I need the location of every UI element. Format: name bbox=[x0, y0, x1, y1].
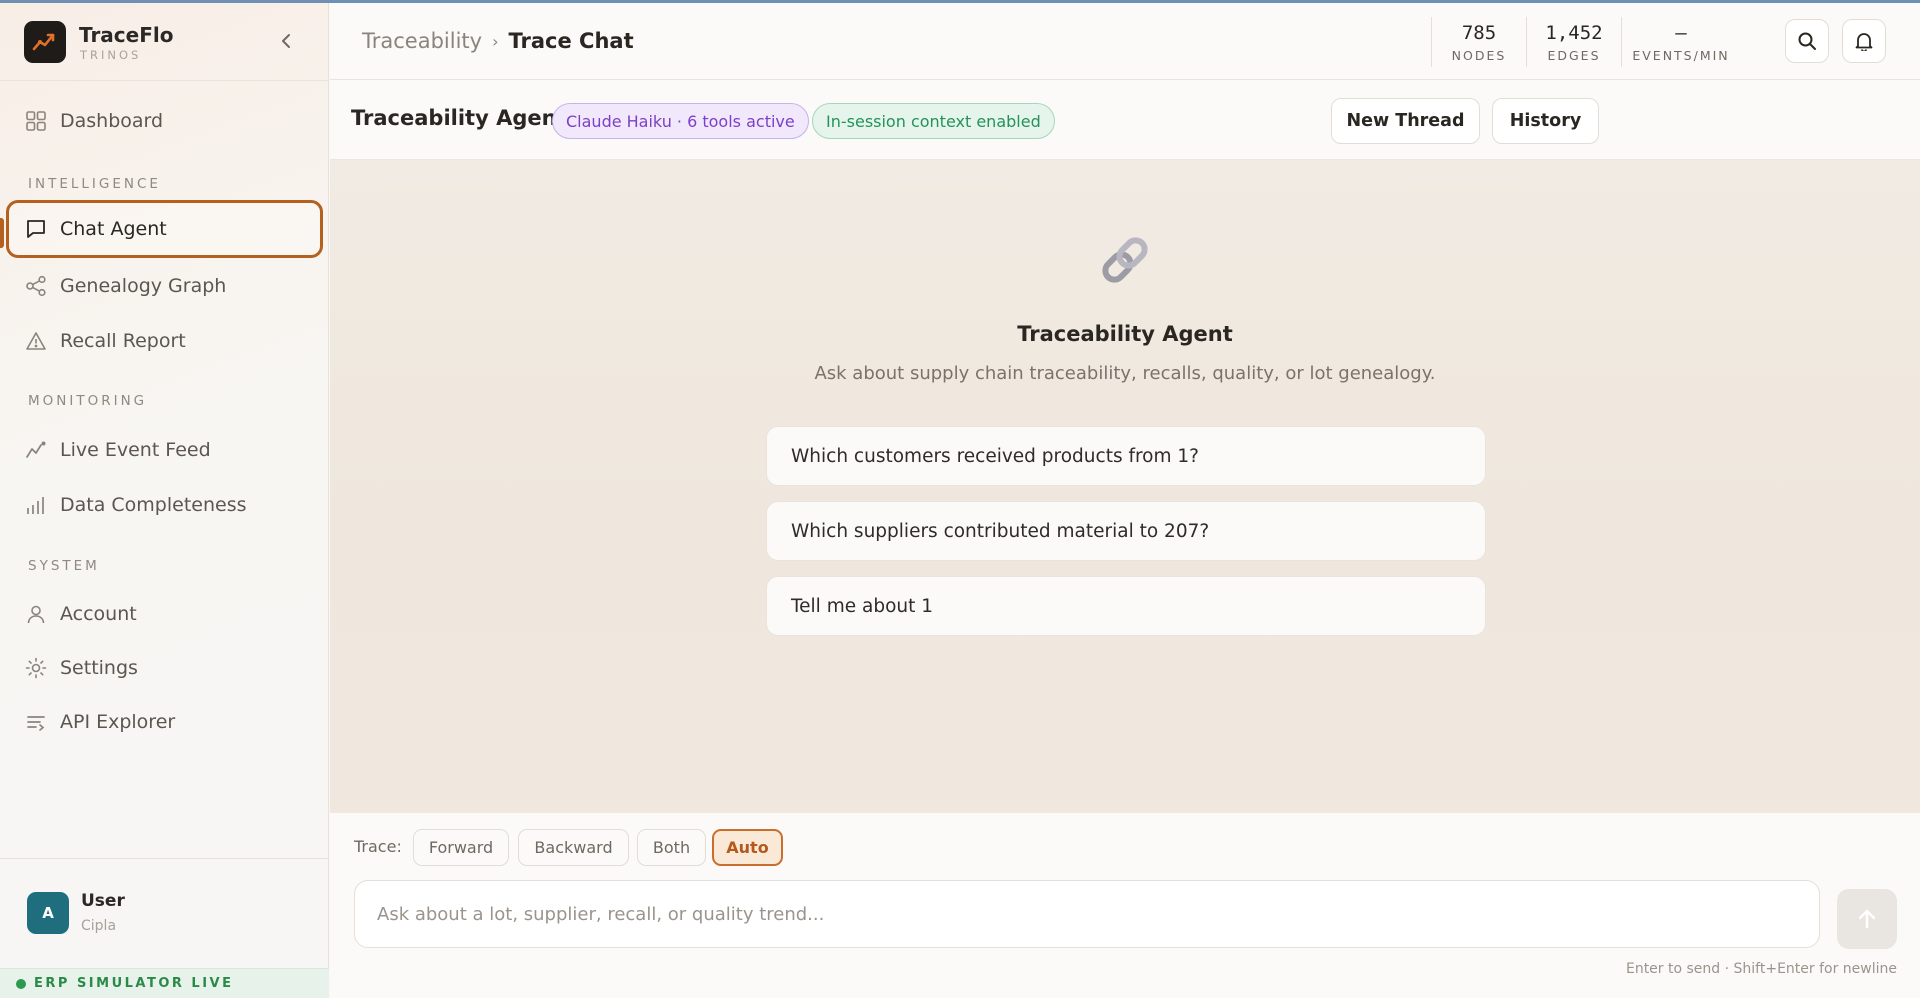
traceflo-logo-icon bbox=[24, 21, 66, 63]
search-icon bbox=[1798, 32, 1816, 50]
model-badge: Claude Haiku · 6 tools active bbox=[552, 103, 809, 139]
sidebar-item-live-event-feed[interactable]: Live Event Feed bbox=[6, 421, 323, 479]
new-thread-button[interactable]: New Thread bbox=[1331, 98, 1480, 144]
sidebar-item-label: Genealogy Graph bbox=[60, 275, 227, 297]
stat-label: NODES bbox=[1451, 47, 1507, 63]
sidebar-item-label: Settings bbox=[60, 657, 138, 679]
context-badge: In-session context enabled bbox=[812, 103, 1055, 139]
avatar: A bbox=[27, 892, 69, 934]
user-profile[interactable]: A User Cipla bbox=[0, 858, 329, 968]
section-label-monitoring: MONITORING bbox=[28, 393, 148, 409]
top-header: Traceability › Trace Chat 785 NODES 1,45… bbox=[330, 3, 1920, 80]
trace-mode-forward[interactable]: Forward bbox=[413, 829, 509, 866]
chat-bubble-icon bbox=[24, 217, 48, 241]
collapse-sidebar-button[interactable] bbox=[276, 31, 296, 51]
user-icon bbox=[24, 602, 48, 626]
user-organization: Cipla bbox=[81, 918, 117, 934]
active-item-marker bbox=[0, 218, 4, 248]
bar-chart-icon bbox=[24, 493, 48, 517]
list-lines-icon bbox=[24, 710, 48, 734]
sidebar-item-label: Recall Report bbox=[60, 330, 186, 352]
chat-input[interactable] bbox=[354, 880, 1820, 948]
gear-icon bbox=[24, 656, 48, 680]
chevron-left-icon bbox=[282, 34, 290, 48]
history-button[interactable]: History bbox=[1492, 98, 1599, 144]
trace-mode-backward[interactable]: Backward bbox=[518, 829, 629, 866]
breadcrumb-separator: › bbox=[492, 31, 499, 51]
empty-state-subtitle: Ask about supply chain traceability, rec… bbox=[814, 363, 1436, 384]
link-icon bbox=[1095, 230, 1155, 290]
trace-mode-label: Trace: bbox=[354, 837, 402, 856]
stat-label: EVENTS/MIN bbox=[1632, 47, 1730, 63]
composer: Trace: Forward Backward Both Auto Enter … bbox=[330, 813, 1920, 998]
sidebar-item-chat-agent[interactable]: Chat Agent bbox=[6, 200, 323, 258]
user-name: User bbox=[81, 891, 125, 911]
stat-value: 1,452 bbox=[1545, 21, 1603, 44]
keyboard-hint: Enter to send · Shift+Enter for newline bbox=[1625, 961, 1897, 977]
stat-value: 785 bbox=[1461, 21, 1497, 44]
sidebar-item-account[interactable]: Account bbox=[6, 585, 323, 643]
erp-status-bar: ERP SIMULATOR LIVE bbox=[0, 968, 329, 998]
breadcrumb: Traceability › Trace Chat bbox=[362, 29, 634, 53]
sidebar-item-label: Live Event Feed bbox=[60, 439, 211, 461]
sidebar-item-api-explorer[interactable]: API Explorer bbox=[6, 693, 323, 751]
sidebar-item-label: Account bbox=[60, 603, 137, 625]
section-label-intelligence: INTELLIGENCE bbox=[28, 176, 161, 192]
agent-toolbar: Traceability Agent Claude Haiku · 6 tool… bbox=[330, 80, 1920, 160]
sidebar-item-genealogy-graph[interactable]: Genealogy Graph bbox=[6, 257, 323, 315]
erp-status-text: ERP SIMULATOR LIVE bbox=[34, 976, 234, 991]
page-title: Trace Chat bbox=[508, 29, 634, 53]
live-status-dot-icon bbox=[16, 978, 26, 989]
sidebar-item-label: Dashboard bbox=[60, 110, 164, 132]
brand-name: TraceFlo bbox=[79, 23, 174, 47]
stat-edges: 1,452 EDGES bbox=[1527, 17, 1622, 67]
sidebar-item-label: Chat Agent bbox=[60, 218, 167, 240]
agent-title: Traceability Agent bbox=[351, 106, 567, 130]
section-label-system: SYSTEM bbox=[28, 558, 100, 574]
sidebar-item-label: API Explorer bbox=[60, 711, 176, 733]
grid-icon bbox=[24, 109, 48, 133]
brand-header: TraceFlo TRINOS bbox=[0, 3, 329, 81]
warning-triangle-icon bbox=[24, 329, 48, 353]
suggestion-item[interactable]: Which customers received products from 1… bbox=[766, 426, 1486, 486]
stat-value: – bbox=[1675, 21, 1687, 44]
sidebar-item-dashboard[interactable]: Dashboard bbox=[6, 92, 323, 150]
activity-line-icon bbox=[24, 438, 48, 462]
notifications-button[interactable] bbox=[1842, 19, 1886, 63]
bell-icon bbox=[1855, 33, 1873, 51]
stat-events-per-min: – EVENTS/MIN bbox=[1622, 17, 1740, 67]
suggestion-item[interactable]: Tell me about 1 bbox=[766, 576, 1486, 636]
share-nodes-icon bbox=[24, 274, 48, 298]
sidebar-item-settings[interactable]: Settings bbox=[6, 639, 323, 697]
stat-nodes: 785 NODES bbox=[1432, 17, 1527, 67]
brand-subtitle: TRINOS bbox=[80, 48, 142, 62]
sidebar-item-data-completeness[interactable]: Data Completeness bbox=[6, 476, 323, 534]
arrow-up-icon bbox=[1858, 909, 1876, 929]
breadcrumb-parent-link[interactable]: Traceability bbox=[362, 29, 482, 53]
trace-mode-auto[interactable]: Auto bbox=[712, 829, 783, 866]
sidebar-item-recall-report[interactable]: Recall Report bbox=[6, 312, 323, 370]
stat-label: EDGES bbox=[1547, 47, 1601, 63]
sidebar: TraceFlo TRINOS Dashboard INTELLIGENCE C… bbox=[0, 3, 329, 998]
sidebar-item-label: Data Completeness bbox=[60, 494, 247, 516]
graph-stats: 785 NODES 1,452 EDGES – EVENTS/MIN bbox=[1431, 17, 1740, 67]
chat-area: Traceability Agent Ask about supply chai… bbox=[330, 160, 1920, 813]
suggestion-item[interactable]: Which suppliers contributed material to … bbox=[766, 501, 1486, 561]
send-button[interactable] bbox=[1837, 889, 1897, 949]
empty-state-title: Traceability Agent bbox=[1017, 322, 1233, 346]
search-button[interactable] bbox=[1785, 19, 1829, 63]
trace-mode-both[interactable]: Both bbox=[637, 829, 706, 866]
